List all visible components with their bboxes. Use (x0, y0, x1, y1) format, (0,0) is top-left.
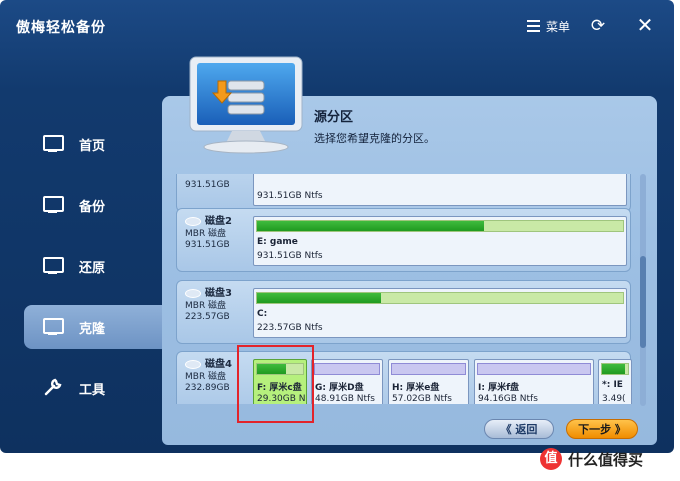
watermark: 值 什么值得买 (540, 446, 680, 472)
partition[interactable]: I: 厚米f盘 94.16GB Ntfs (474, 359, 594, 404)
partition[interactable]: G: 厚米D盘 48.91GB Ntfs (311, 359, 383, 404)
sidebar-item-tools[interactable]: 工具 (24, 366, 164, 410)
partition-label: C: (257, 309, 268, 319)
sidebar-item-label: 克隆 (79, 321, 106, 337)
app-window: 傲梅轻松备份 菜单 ⟳ ✕ 首页 备份 还原 克隆 工具 源分区 选择您希望克隆… (0, 0, 674, 453)
disk-size: 223.57GB (185, 312, 230, 322)
sidebar-item-clone[interactable]: 克隆 (24, 305, 164, 349)
partition-size: 48.91GB Ntfs (315, 394, 375, 404)
selection-highlight-box (237, 345, 314, 423)
back-button[interactable]: 《 返回 (484, 419, 554, 439)
menu-label: 菜单 (546, 19, 571, 34)
disk-icon (185, 360, 201, 369)
disk-info: 磁盘2 MBR 磁盘 931.51GB (185, 216, 255, 251)
refresh-icon[interactable]: ⟳ (588, 16, 608, 36)
partition-label: G: 厚米D盘 (315, 383, 364, 393)
disk-info: 931.51GB (185, 174, 255, 191)
computer-disk-icon (188, 55, 306, 155)
sidebar-item-restore[interactable]: 还原 (24, 244, 164, 288)
usage-bar (477, 363, 591, 375)
page-title: 源分区 (314, 110, 354, 125)
usage-bar (601, 363, 629, 375)
disk-row: 931.51GB 931.51GB Ntfs (176, 174, 631, 212)
usage-bar (256, 220, 624, 232)
disk-type: MBR 磁盘 (185, 229, 227, 239)
scrollbar-thumb[interactable] (640, 256, 646, 348)
sidebar-item-backup[interactable]: 备份 (24, 183, 164, 227)
close-icon[interactable]: ✕ (634, 14, 656, 36)
menu-icon (527, 20, 540, 32)
disk-name: 磁盘4 (205, 359, 232, 370)
usage-fill (257, 221, 484, 231)
sidebar-item-label: 还原 (79, 260, 106, 276)
restore-monitor-icon (43, 255, 65, 277)
partition-size: 931.51GB Ntfs (257, 191, 323, 201)
disk-type: MBR 磁盘 (185, 301, 227, 311)
partition-label: E: game (257, 237, 298, 247)
usage-bar (391, 363, 466, 375)
partition-label: I: 厚米f盘 (478, 383, 519, 393)
disk-row: 磁盘3 MBR 磁盘 223.57GB C: 223.57GB Ntfs (176, 280, 631, 344)
usage-bar (256, 292, 624, 304)
page-subtitle: 选择您希望克隆的分区。 (314, 132, 435, 145)
usage-bar (314, 363, 380, 375)
partition-size: 3.49( (602, 394, 626, 404)
sidebar-item-label: 首页 (79, 138, 106, 154)
partition-label: H: 厚米e盘 (392, 383, 440, 393)
disk-icon (185, 217, 201, 226)
clone-monitor-icon (43, 316, 65, 338)
sidebar-item-home[interactable]: 首页 (24, 122, 164, 166)
home-monitor-icon (43, 133, 65, 155)
wrench-icon (43, 377, 65, 399)
usage-fill (602, 364, 626, 374)
disk-name: 磁盘3 (205, 288, 232, 299)
partition-size: 931.51GB Ntfs (257, 251, 323, 261)
disk-row: 磁盘2 MBR 磁盘 931.51GB E: game 931.51GB Ntf… (176, 208, 631, 272)
partition[interactable]: H: 厚米e盘 57.02GB Ntfs (388, 359, 469, 404)
disk-size: 931.51GB (185, 180, 230, 190)
smzdm-logo-icon: 值 (540, 448, 562, 470)
sidebar-item-label: 工具 (79, 382, 106, 398)
partition-size: 57.02GB Ntfs (392, 394, 452, 404)
partition-size: 94.16GB Ntfs (478, 394, 538, 404)
watermark-text: 什么值得买 (568, 450, 644, 469)
partition[interactable]: C: 223.57GB Ntfs (253, 288, 627, 338)
next-button[interactable]: 下一步 》 (566, 419, 638, 439)
usage-fill (257, 293, 382, 303)
backup-monitor-icon (43, 194, 65, 216)
partition-size: 223.57GB Ntfs (257, 323, 323, 333)
disk-icon (185, 289, 201, 298)
menu-button[interactable]: 菜单 (527, 14, 570, 38)
partition-label: *: IE (602, 380, 623, 390)
sidebar-item-label: 备份 (79, 199, 106, 215)
app-title: 傲梅轻松备份 (16, 20, 106, 36)
partition[interactable]: *: IE 3.49( (598, 359, 632, 404)
partition[interactable]: 931.51GB Ntfs (253, 174, 627, 206)
disk-name: 磁盘2 (205, 216, 232, 227)
disk-info: 磁盘3 MBR 磁盘 223.57GB (185, 288, 255, 323)
title-bar: 傲梅轻松备份 菜单 ⟳ ✕ (0, 0, 674, 56)
partition[interactable]: E: game 931.51GB Ntfs (253, 216, 627, 266)
disk-size: 931.51GB (185, 240, 230, 250)
